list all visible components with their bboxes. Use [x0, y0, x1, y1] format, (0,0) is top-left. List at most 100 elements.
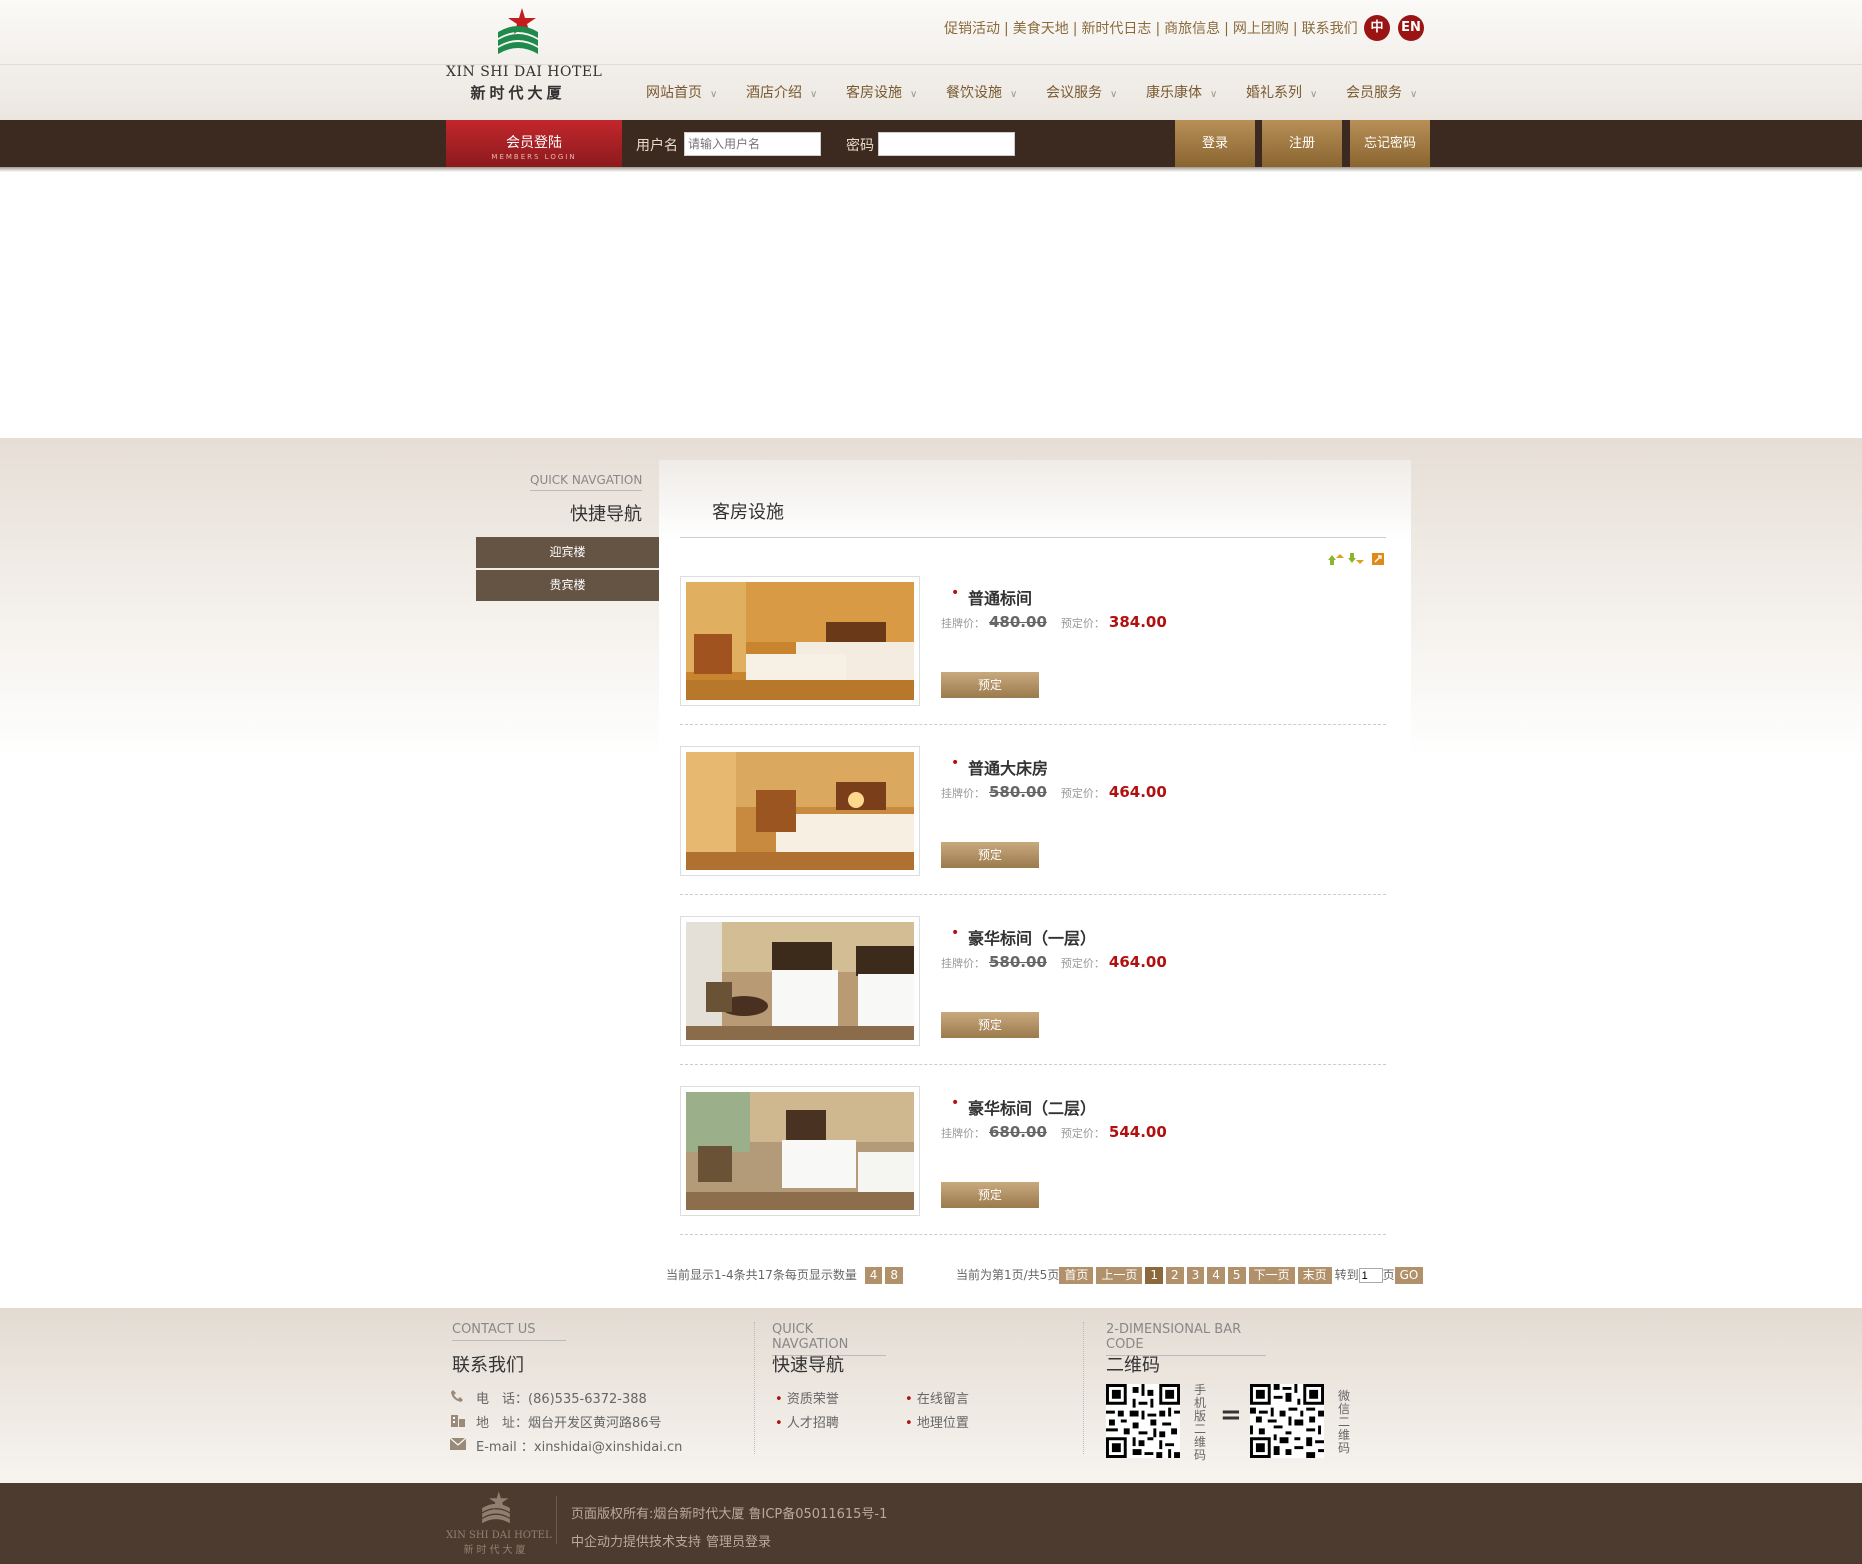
- room-item: • 普通大床房 挂牌价： 580.00 预定价： 464.00 预定: [680, 746, 1386, 916]
- page-info: 当前为第1页/共5页: [956, 1268, 1060, 1282]
- room-photo-icon: [686, 752, 914, 870]
- sidebar-item-welcome-building[interactable]: 迎宾楼: [476, 537, 659, 568]
- footer-divider: [754, 1322, 756, 1454]
- page-3[interactable]: 3: [1186, 1267, 1205, 1284]
- go-button[interactable]: GO: [1394, 1267, 1424, 1284]
- footer-logo-text-cn: 新时代大厦: [463, 1545, 529, 1556]
- nav-wedding[interactable]: 婚礼系列 ∨: [1246, 82, 1346, 102]
- top-link-promotions[interactable]: 促销活动: [944, 21, 1000, 37]
- room-name[interactable]: 普通大床房: [968, 755, 1048, 779]
- list-price-label: 挂牌价：: [941, 957, 985, 970]
- top-link-travel[interactable]: 商旅信息: [1164, 21, 1220, 37]
- username-label: 用户名: [636, 138, 678, 154]
- room-prices: 挂牌价： 580.00 预定价： 464.00: [941, 953, 1167, 971]
- book-price: 464.00: [1108, 783, 1167, 801]
- top-link-food[interactable]: 美食天地: [1013, 21, 1069, 37]
- page-4[interactable]: 4: [1207, 1267, 1225, 1284]
- per-page-4[interactable]: 4: [864, 1267, 883, 1284]
- sidebar-title-en: QUICK NAVGATION: [530, 473, 643, 491]
- footer-link-location[interactable]: • 地理位置: [905, 1412, 969, 1431]
- next-page-button[interactable]: 下一页: [1248, 1267, 1295, 1284]
- first-page-button[interactable]: 首页: [1059, 1267, 1094, 1284]
- room-thumbnail[interactable]: [680, 746, 920, 876]
- room-name[interactable]: 豪华标间（一层）: [968, 925, 1096, 949]
- room-name[interactable]: 普通标间: [968, 585, 1032, 609]
- lang-en-button[interactable]: EN: [1398, 15, 1424, 41]
- nav-rooms[interactable]: 客房设施 ∨: [846, 82, 946, 102]
- password-input[interactable]: [878, 132, 1015, 156]
- chevron-down-icon: ∨: [810, 89, 818, 100]
- sidebar-item-vip-building[interactable]: 贵宾楼: [476, 570, 659, 601]
- footer-link-honors[interactable]: • 资质荣誉: [775, 1388, 839, 1407]
- login-bar-shadow: [0, 167, 1862, 172]
- sort-up-icon: [1328, 554, 1344, 565]
- chevron-down-icon: ∨: [710, 89, 718, 100]
- page-suffix: 页: [1382, 1268, 1395, 1282]
- main-nav: 网站首页 ∨ 酒店介绍 ∨ 客房设施 ∨ 餐饮设施 ∨ 会议服务 ∨ 康乐康体 ∨ 婚礼系列 ∨ 会员服务 ∨: [646, 82, 1446, 102]
- page-1[interactable]: 1: [1145, 1267, 1163, 1284]
- bullet-icon: •: [951, 585, 960, 601]
- nav-meetings[interactable]: 会议服务 ∨: [1046, 82, 1146, 102]
- footer-logo: XIN SHI DAI HOTEL 新时代大厦: [446, 1490, 552, 1558]
- chevron-down-icon: ∨: [1310, 89, 1318, 100]
- room-thumbnail[interactable]: [680, 1086, 920, 1216]
- copyright-text: 页面版权所有:烟台新时代大厦 鲁ICP备05011615号-1: [571, 1507, 888, 1522]
- top-link-contact[interactable]: 联系我们: [1302, 21, 1358, 37]
- room-thumbnail[interactable]: [680, 916, 920, 1046]
- nav-recreation[interactable]: 康乐康体 ∨: [1146, 82, 1246, 102]
- username-input[interactable]: [684, 132, 821, 156]
- book-button[interactable]: 预定: [941, 1012, 1039, 1038]
- forgot-password-button[interactable]: 忘记密码: [1350, 120, 1430, 167]
- room-name[interactable]: 豪华标间（二层）: [968, 1095, 1096, 1119]
- footer-copyright-bar: [0, 1483, 1862, 1564]
- sidebar-title-cn: 快捷导航: [570, 504, 642, 525]
- hotel-logo[interactable]: XIN SHI DAI HOTEL 新时代大厦: [446, 6, 602, 102]
- nav-about[interactable]: 酒店介绍 ∨: [746, 82, 846, 102]
- member-login-title: 会员登陆: [506, 135, 562, 151]
- book-button[interactable]: 预定: [941, 672, 1039, 698]
- room-photo-icon: [686, 922, 914, 1040]
- nav-about-label: 酒店介绍: [746, 85, 802, 101]
- wechat-qrcode-label: 微信二维码: [1338, 1389, 1351, 1455]
- room-item: • 豪华标间（二层） 挂牌价： 680.00 预定价： 544.00 预定: [680, 1086, 1386, 1256]
- register-button[interactable]: 注册: [1262, 120, 1342, 167]
- nav-meetings-label: 会议服务: [1046, 85, 1102, 101]
- nav-wedding-label: 婚礼系列: [1246, 85, 1302, 101]
- building-icon: [451, 1415, 465, 1427]
- room-divider: [680, 894, 1386, 895]
- page-2[interactable]: 2: [1166, 1267, 1184, 1284]
- prev-page-button[interactable]: 上一页: [1096, 1267, 1143, 1284]
- list-price: 580.00: [989, 783, 1047, 801]
- per-page-8[interactable]: 8: [885, 1267, 903, 1284]
- wechat-qrcode-icon: [1250, 1384, 1324, 1458]
- list-price-label: 挂牌价：: [941, 787, 985, 800]
- nav-home[interactable]: 网站首页 ∨: [646, 82, 746, 102]
- room-thumbnail[interactable]: [680, 576, 920, 706]
- pagination: 当前为第1页/共5页首页上一页12345下一页末页转到 页GO: [956, 1266, 1426, 1284]
- lang-cn-button[interactable]: 中: [1364, 15, 1390, 41]
- chevron-down-icon: ∨: [1010, 89, 1018, 100]
- room-prices: 挂牌价： 680.00 预定价： 544.00: [941, 1123, 1167, 1141]
- footer-link-message[interactable]: • 在线留言: [905, 1388, 969, 1407]
- contact-email[interactable]: E-mail ：xinshidai@xinshidai.cn: [476, 1436, 682, 1455]
- bullet-icon: •: [951, 925, 960, 941]
- mobile-qrcode-icon: [1106, 1384, 1180, 1458]
- tech-support-link[interactable]: 中企动力提供技术支持: [571, 1531, 701, 1550]
- nav-dining[interactable]: 餐饮设施 ∨: [946, 82, 1046, 102]
- list-price: 580.00: [989, 953, 1047, 971]
- login-button[interactable]: 登录: [1175, 120, 1255, 167]
- nav-rooms-label: 客房设施: [846, 85, 902, 101]
- footer-link-jobs[interactable]: • 人才招聘: [775, 1412, 839, 1431]
- page-5[interactable]: 5: [1227, 1267, 1246, 1284]
- admin-login-link[interactable]: 管理员登录: [706, 1531, 771, 1550]
- last-page-button[interactable]: 末页: [1297, 1267, 1332, 1284]
- top-link-blog[interactable]: 新时代日志: [1081, 21, 1151, 37]
- nav-members[interactable]: 会员服务 ∨: [1346, 82, 1446, 102]
- book-button[interactable]: 预定: [941, 1182, 1039, 1208]
- book-button[interactable]: 预定: [941, 842, 1039, 868]
- goto-page-input[interactable]: [1358, 1268, 1383, 1283]
- book-price: 464.00: [1108, 953, 1167, 971]
- top-link-groupbuy[interactable]: 网上团购: [1233, 21, 1289, 37]
- top-links: 促销活动 | 美食天地 | 新时代日志 | 商旅信息 | 网上团购 | 联系我们: [944, 21, 1358, 37]
- book-price: 384.00: [1108, 613, 1167, 631]
